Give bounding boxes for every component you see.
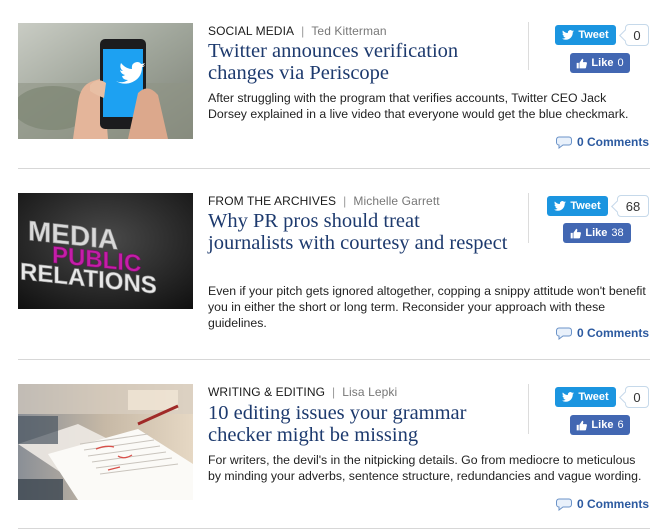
like-label: Like: [591, 57, 614, 69]
comments-link[interactable]: 0 Comments: [555, 497, 649, 511]
meta-separator: |: [301, 24, 305, 38]
like-label: Like: [591, 419, 614, 431]
tweet-button[interactable]: Tweet: [547, 196, 608, 216]
thumbs-up-icon: [570, 228, 582, 239]
twitter-bird-icon: [562, 392, 575, 402]
thumbs-up-icon: [576, 58, 588, 69]
author-name[interactable]: Michelle Garrett: [353, 194, 439, 208]
social-divider: [528, 193, 529, 243]
social-divider: [528, 384, 529, 434]
tweet-count: 68: [617, 195, 649, 217]
like-count: 0: [617, 57, 624, 69]
like-label: Like: [585, 227, 608, 239]
article-thumbnail[interactable]: [18, 23, 193, 139]
speech-bubble-icon: [555, 498, 572, 511]
article-title[interactable]: Why PR pros should treat journalists wit…: [208, 210, 508, 254]
thumbs-up-icon: [576, 420, 588, 431]
tweet-label: Tweet: [578, 29, 609, 41]
meta-separator: |: [332, 385, 336, 399]
twitter-bird-icon: [562, 30, 575, 40]
article-thumbnail[interactable]: [18, 384, 193, 500]
author-name[interactable]: Ted Kitterman: [311, 24, 386, 38]
twitter-bird-icon: [554, 201, 567, 211]
like-count: 38: [611, 227, 624, 239]
meta-separator: |: [343, 194, 347, 208]
speech-bubble-icon: [555, 327, 572, 340]
comments-count: 0 Comments: [576, 326, 649, 340]
article-meta: FROM THE ARCHIVES | Michelle Garrett: [208, 194, 440, 208]
category-link[interactable]: WRITING & EDITING: [208, 385, 325, 399]
media-public-relations-image: MEDIA PUBLIC RELATIONS: [18, 193, 193, 309]
comments-link[interactable]: 0 Comments: [555, 135, 649, 149]
like-count: 6: [617, 419, 624, 431]
article-excerpt: Even if your pitch gets ignored altogeth…: [208, 284, 646, 330]
tweet-button[interactable]: Tweet: [555, 25, 616, 45]
like-button[interactable]: Like 6: [570, 415, 630, 435]
like-button[interactable]: Like 0: [570, 53, 630, 73]
article-title[interactable]: 10 editing issues your grammar checker m…: [208, 402, 508, 446]
article-thumbnail[interactable]: MEDIA PUBLIC RELATIONS: [18, 193, 193, 309]
tweet-button[interactable]: Tweet: [555, 387, 616, 407]
editing-desk-image: [18, 384, 193, 500]
tweet-count: 0: [625, 386, 649, 408]
like-button[interactable]: Like 38: [563, 223, 631, 243]
category-link[interactable]: SOCIAL MEDIA: [208, 24, 294, 38]
tweet-label: Tweet: [570, 200, 601, 212]
article-card: MEDIA PUBLIC RELATIONS FROM THE ARCHIVES…: [0, 169, 661, 359]
article-divider: [18, 528, 650, 529]
article-card: SOCIAL MEDIA | Ted Kitterman Twitter annou…: [0, 0, 661, 168]
phone-twitter-image: [18, 23, 193, 139]
article-excerpt: For writers, the devil's in the nitpicki…: [208, 453, 642, 483]
comments-link[interactable]: 0 Comments: [555, 326, 649, 340]
speech-bubble-icon: [555, 136, 572, 149]
article-meta: WRITING & EDITING | Lisa Lepki: [208, 385, 397, 399]
article-card: WRITING & EDITING | Lisa Lepki 10 editing …: [0, 360, 661, 532]
tweet-label: Tweet: [578, 391, 609, 403]
comments-count: 0 Comments: [576, 497, 649, 511]
social-divider: [528, 22, 529, 70]
author-name[interactable]: Lisa Lepki: [342, 385, 397, 399]
category-link[interactable]: FROM THE ARCHIVES: [208, 194, 336, 208]
comments-count: 0 Comments: [576, 135, 649, 149]
article-excerpt: After struggling with the program that v…: [208, 91, 629, 121]
article-meta: SOCIAL MEDIA | Ted Kitterman: [208, 24, 387, 38]
tweet-count: 0: [625, 24, 649, 46]
article-title[interactable]: Twitter announces verification changes v…: [208, 40, 508, 84]
